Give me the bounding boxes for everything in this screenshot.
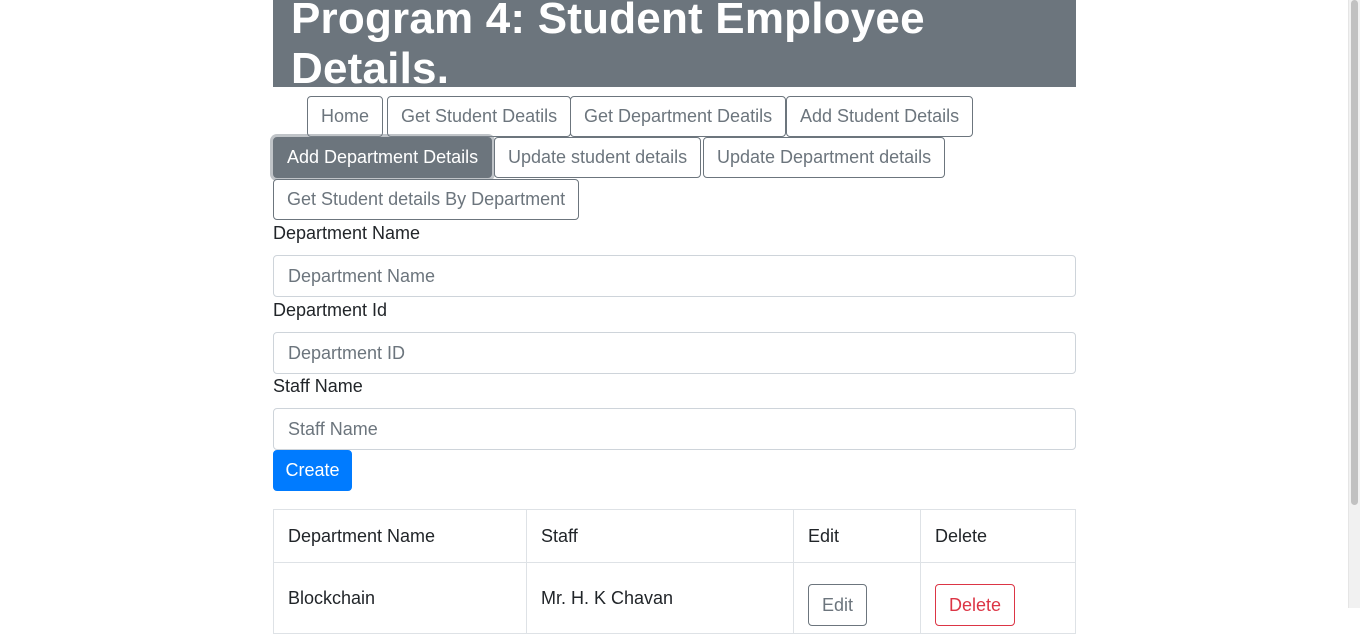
main-container: Program 4: Student Employee Details. Hom… [273,0,1076,634]
page-scrollbar[interactable] [1348,0,1360,608]
cell-delete: Delete [920,562,1076,634]
nav-get-student-button[interactable]: Get Student Deatils [387,96,572,137]
department-id-input[interactable] [273,332,1076,374]
column-header-staff: Staff [526,509,794,563]
department-name-label: Department Name [273,223,421,243]
column-header-edit: Edit [793,509,921,563]
page-header: Program 4: Student Employee Details. [273,0,1076,93]
department-name-input[interactable] [273,255,1076,297]
table-row: Blockchain Mr. H. K Chavan Edit Delete [273,562,1076,634]
staff-name-input[interactable] [273,408,1076,450]
column-header-delete: Delete [920,509,1076,563]
scrollbar-thumb[interactable] [1351,0,1358,505]
edit-button[interactable]: Edit [808,584,868,626]
nav-update-student-button[interactable]: Update student details [494,137,702,178]
department-table: Department Name Staff Edit Delete Blockc… [273,509,1076,634]
nav-update-department-button[interactable]: Update Department details [703,137,946,178]
department-id-label: Department Id [273,300,388,320]
column-header-department: Department Name [273,509,527,563]
nav-add-department-button[interactable]: Add Department Details [273,137,493,178]
cell-staff: Mr. H. K Chavan [526,562,794,634]
delete-button[interactable]: Delete [935,584,1016,626]
nav-get-department-button[interactable]: Get Department Deatils [570,96,787,137]
nav-get-by-department-button[interactable]: Get Student details By Department [273,179,580,220]
create-button[interactable]: Create [273,450,352,491]
staff-name-label: Staff Name [273,376,363,396]
table-header-row: Department Name Staff Edit Delete [273,509,1076,563]
nav-home-button[interactable]: Home [307,96,384,137]
page-title: Program 4: Student Employee Details. [291,0,925,93]
cell-department: Blockchain [273,562,527,634]
cell-edit: Edit [793,562,921,634]
nav-add-student-button[interactable]: Add Student Details [786,96,974,137]
